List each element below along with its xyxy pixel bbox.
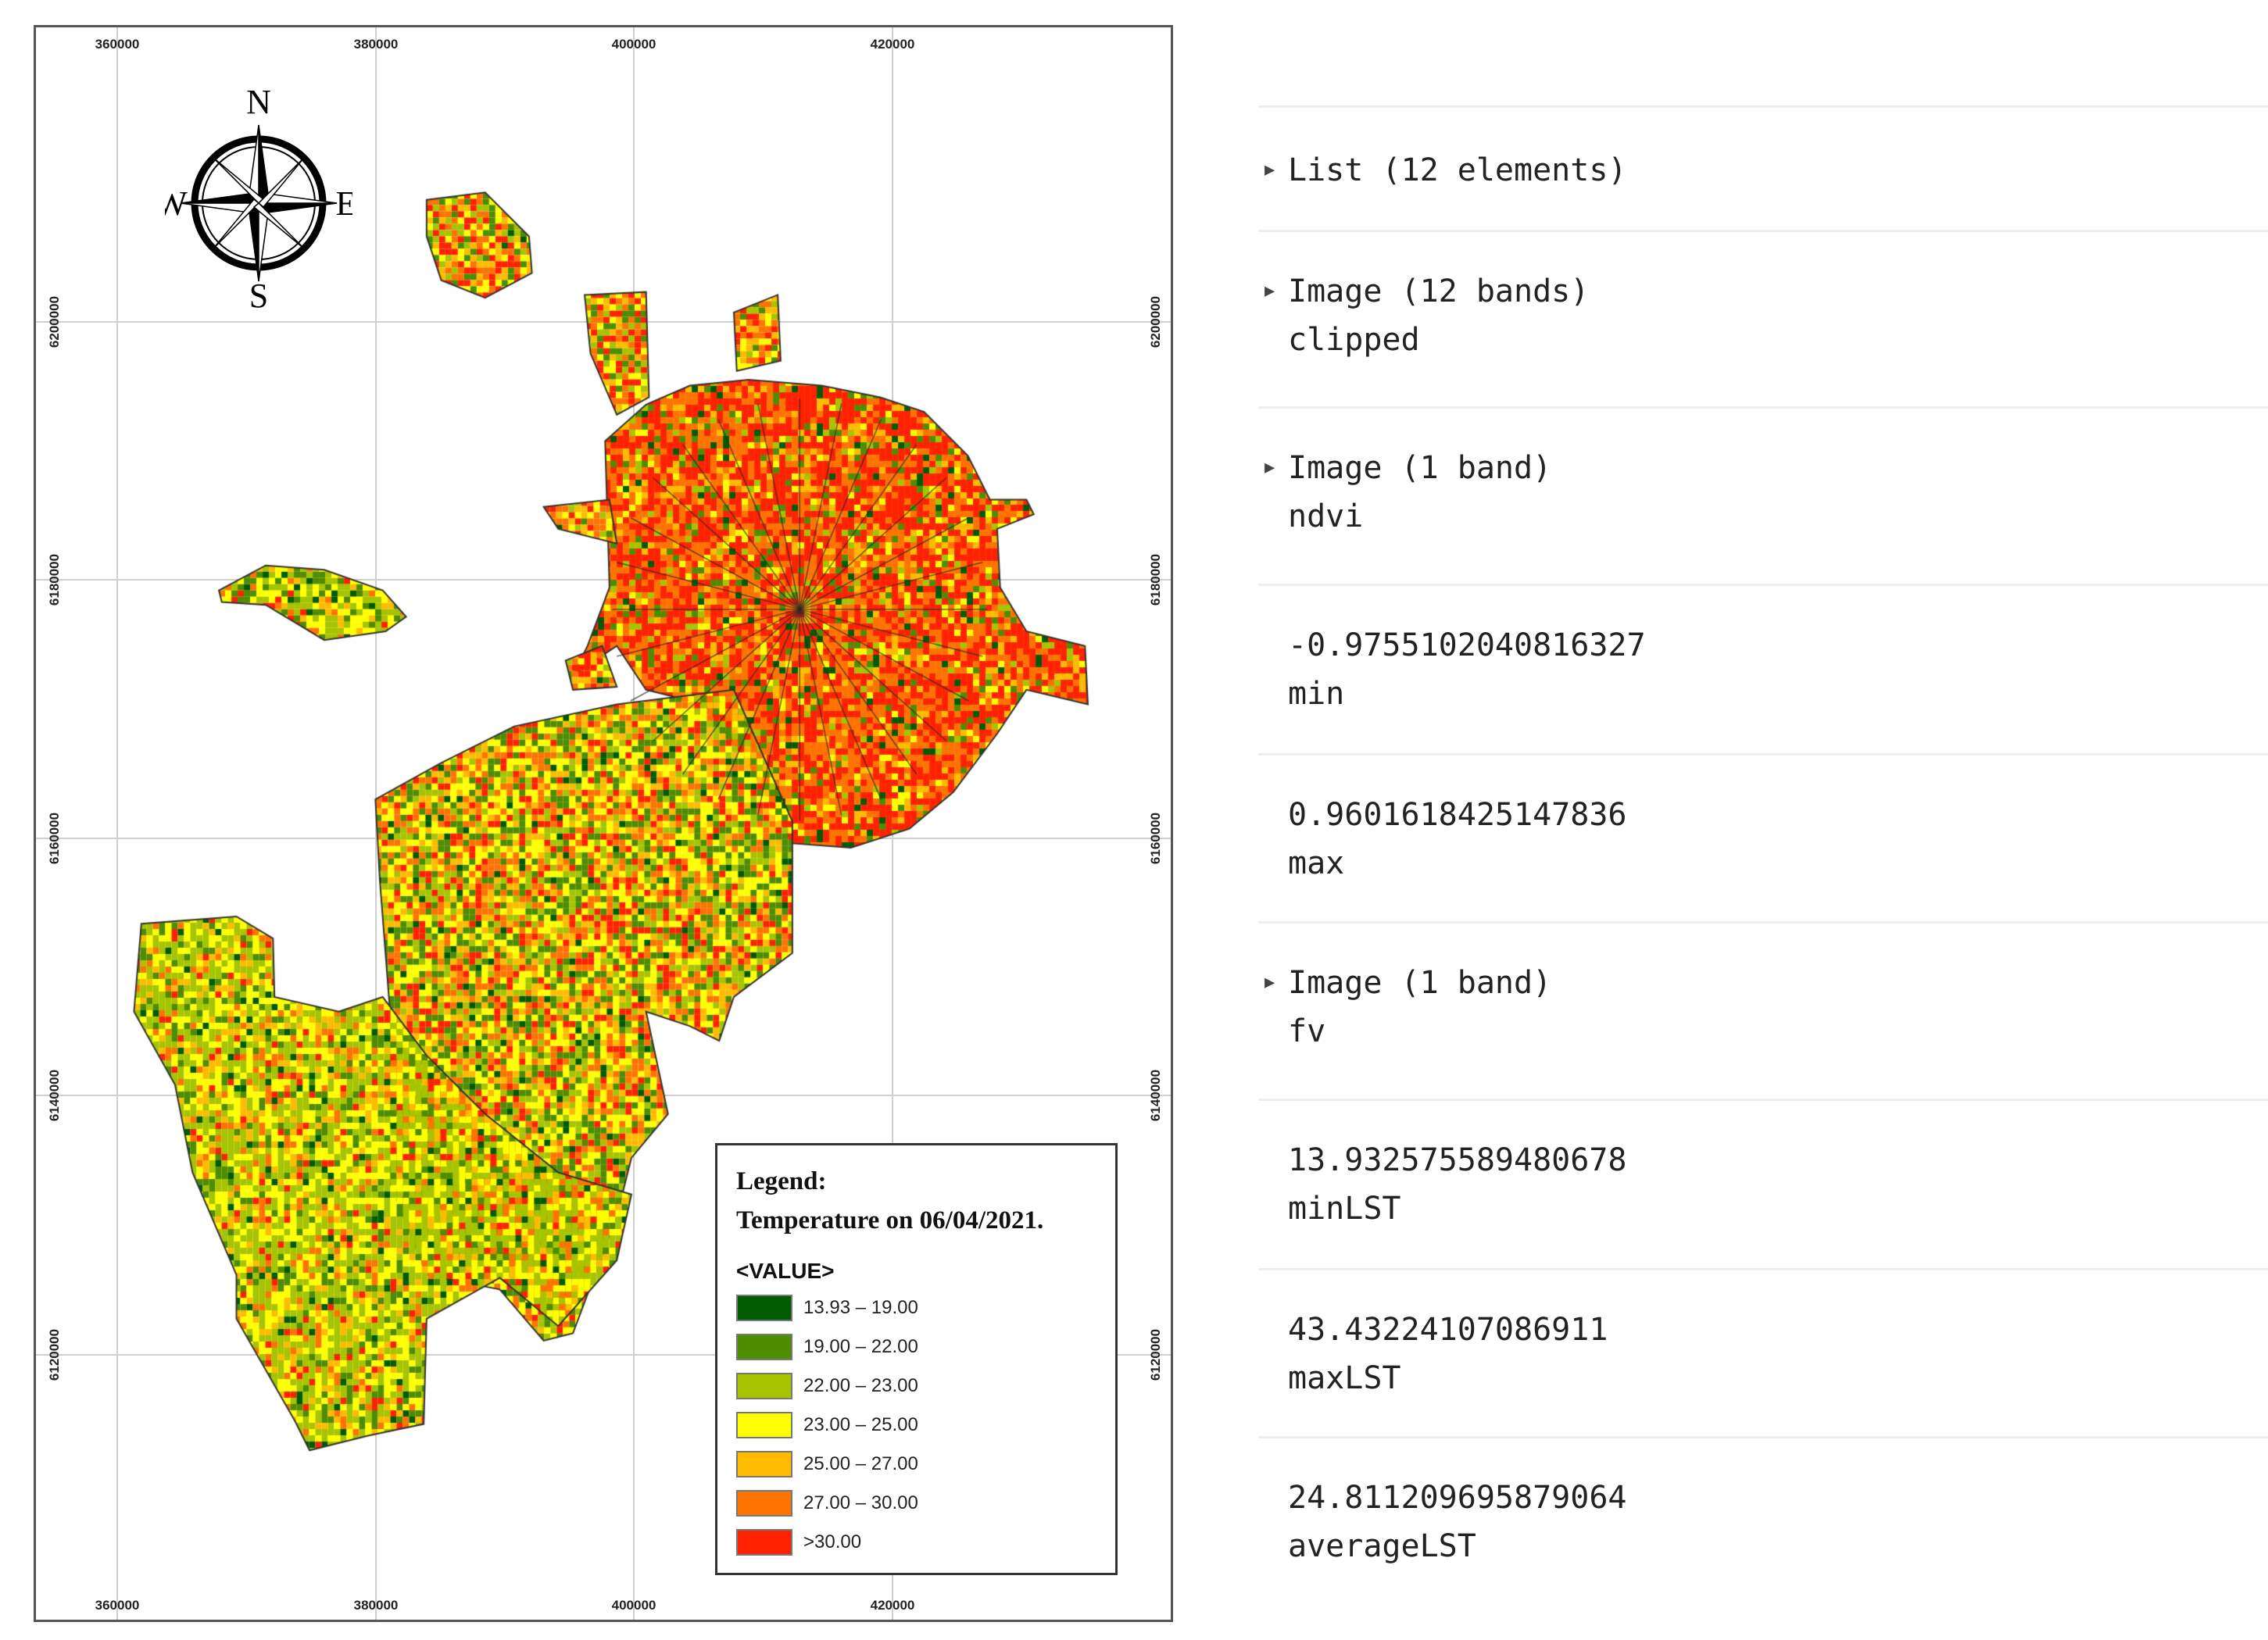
y-tick-label: 6120000 xyxy=(47,1328,62,1381)
entry-value: Image (12 bands) xyxy=(1288,273,1590,309)
legend-swatch xyxy=(736,1529,792,1556)
legend-item: 27.00 – 30.00 xyxy=(736,1489,918,1517)
x-tick-label: 400000 xyxy=(611,37,656,52)
x-tick-label: 360000 xyxy=(95,1598,140,1613)
legend-item: 25.00 – 27.00 xyxy=(736,1450,918,1478)
compass-east-label: E xyxy=(336,184,352,223)
compass-west-label: W xyxy=(165,184,188,223)
legend-swatch xyxy=(736,1451,792,1477)
console-entry[interactable]: ▶ Image (12 bands) clipped xyxy=(1265,267,1590,364)
divider xyxy=(1258,753,2268,756)
legend-item: 22.00 – 23.00 xyxy=(736,1372,918,1400)
entry-label: maxLST xyxy=(1288,1360,1401,1396)
x-tick-label: 420000 xyxy=(870,37,915,52)
y-tick-label: 6140000 xyxy=(47,1069,62,1122)
legend-label: 19.00 – 22.00 xyxy=(803,1336,918,1357)
compass-rose-icon: N S W E xyxy=(165,83,352,309)
console-entry: 43.43224107086911 maxLST xyxy=(1288,1306,1608,1402)
legend-label: 22.00 – 23.00 xyxy=(803,1375,918,1396)
entry-value: 24.811209695879064 xyxy=(1288,1480,1627,1516)
divider xyxy=(1258,584,2268,586)
divider xyxy=(1258,230,2268,232)
lst-map: 360000 380000 400000 420000 360000 38000… xyxy=(34,25,1173,1622)
console-entry: -0.9755102040816327 min xyxy=(1288,621,1646,718)
y-tick-label: 6180000 xyxy=(1148,553,1163,606)
legend-label: 27.00 – 30.00 xyxy=(803,1492,918,1513)
legend-swatch xyxy=(736,1412,792,1438)
legend-item: 13.93 – 19.00 xyxy=(736,1294,918,1322)
legend-label: 23.00 – 25.00 xyxy=(803,1414,918,1435)
entry-label: minLST xyxy=(1288,1191,1401,1227)
console-entry[interactable]: ▶ List (12 elements) xyxy=(1265,146,1627,195)
legend-swatch xyxy=(736,1334,792,1360)
legend-swatch xyxy=(736,1490,792,1517)
entry-label: averageLST xyxy=(1288,1528,1476,1564)
legend-swatch xyxy=(736,1373,792,1399)
entry-label: ndvi xyxy=(1288,498,1364,534)
console-entry[interactable]: ▶ Image (1 band) ndvi xyxy=(1265,444,1552,541)
divider xyxy=(1258,406,2268,409)
console-entry[interactable]: ▶ Image (1 band) fv xyxy=(1265,959,1552,1056)
compass-south-label: S xyxy=(249,277,268,309)
entry-value: Image (1 band) xyxy=(1288,965,1552,1001)
legend-item: >30.00 xyxy=(736,1528,861,1556)
expand-triangle-icon[interactable]: ▶ xyxy=(1265,959,1275,1007)
console-entry: 0.9601618425147836 max xyxy=(1288,791,1626,888)
legend-label: >30.00 xyxy=(803,1531,862,1552)
legend-item: 23.00 – 25.00 xyxy=(736,1411,918,1439)
y-tick-label: 6160000 xyxy=(47,812,62,865)
entry-value: 43.43224107086911 xyxy=(1288,1312,1608,1348)
entry-value: List (12 elements) xyxy=(1288,152,1627,188)
y-tick-label: 6180000 xyxy=(47,553,62,606)
console-entry: 24.811209695879064 averageLST xyxy=(1288,1474,1626,1570)
entry-label: max xyxy=(1288,845,1345,881)
legend-label: 25.00 – 27.00 xyxy=(803,1453,918,1474)
map-legend: Legend: Temperature on 06/04/2021. <VALU… xyxy=(715,1143,1118,1575)
x-tick-label: 360000 xyxy=(95,37,140,52)
y-tick-label: 6200000 xyxy=(1148,295,1163,348)
divider xyxy=(1258,105,2268,108)
y-tick-label: 6120000 xyxy=(1148,1328,1163,1381)
y-tick-label: 6140000 xyxy=(1148,1069,1163,1122)
divider xyxy=(1258,1436,2268,1438)
entry-value: -0.9755102040816327 xyxy=(1288,627,1646,663)
legend-label: 13.93 – 19.00 xyxy=(803,1297,918,1318)
entry-value: Image (1 band) xyxy=(1288,450,1552,486)
entry-value: 0.9601618425147836 xyxy=(1288,797,1627,833)
expand-triangle-icon[interactable]: ▶ xyxy=(1265,267,1275,316)
divider xyxy=(1258,921,2268,924)
entry-label: clipped xyxy=(1288,322,1420,358)
legend-swatch xyxy=(736,1295,792,1321)
y-tick-label: 6200000 xyxy=(47,295,62,348)
entry-value: 13.932575589480678 xyxy=(1288,1142,1627,1178)
legend-field: <VALUE> xyxy=(736,1259,835,1283)
x-tick-label: 400000 xyxy=(611,1598,656,1613)
divider xyxy=(1258,1268,2268,1270)
legend-title: Legend: xyxy=(736,1167,827,1195)
x-tick-label: 380000 xyxy=(353,37,399,52)
entry-label: min xyxy=(1288,676,1345,712)
y-tick-label: 6160000 xyxy=(1148,812,1163,865)
console-entry: 13.932575589480678 minLST xyxy=(1288,1136,1626,1233)
expand-triangle-icon[interactable]: ▶ xyxy=(1265,146,1275,195)
divider xyxy=(1258,1099,2268,1101)
console-output-panel: ▶ List (12 elements) ▶ Image (12 bands) clip… xyxy=(1258,0,2268,1640)
expand-triangle-icon[interactable]: ▶ xyxy=(1265,444,1275,492)
entry-label: fv xyxy=(1288,1013,1326,1049)
legend-item: 19.00 – 22.00 xyxy=(736,1333,918,1361)
legend-subtitle: Temperature on 06/04/2021. xyxy=(736,1206,1044,1234)
x-tick-label: 380000 xyxy=(353,1598,399,1613)
compass-north-label: N xyxy=(246,83,271,121)
x-tick-label: 420000 xyxy=(870,1598,915,1613)
